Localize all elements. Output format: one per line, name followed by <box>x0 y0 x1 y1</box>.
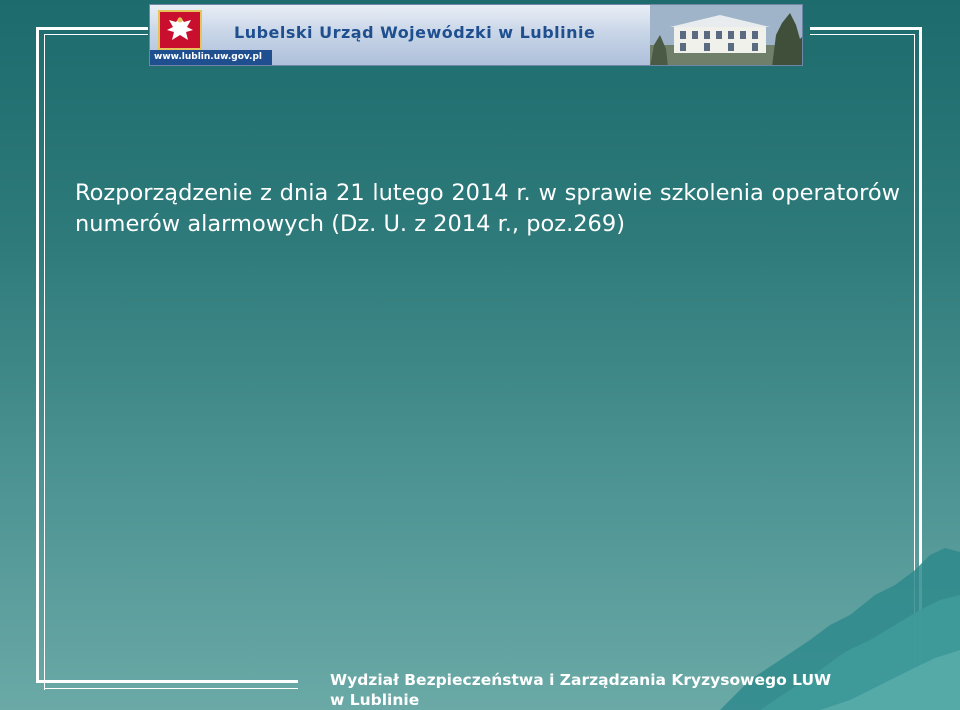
footer-line-2: w Lublinie <box>330 691 420 709</box>
banner-url: www.lublin.uw.gov.pl <box>150 50 272 65</box>
frame-top-left-line <box>36 27 148 30</box>
frame-top-left-line-inner <box>44 34 148 35</box>
polish-eagle-icon <box>158 10 202 50</box>
frame-bottom-left-line <box>36 680 298 683</box>
frame-top-right-line <box>810 27 922 30</box>
footer-line-1: Wydział Bezpieczeństwa i Zarządzania Kry… <box>330 671 832 689</box>
frame-left-line-inner <box>44 34 45 690</box>
slide-heading: Rozporządzenie z dnia 21 lutego 2014 r. … <box>75 178 900 240</box>
frame-bottom-left-line-inner <box>44 688 298 689</box>
building-illustration <box>650 5 802 65</box>
header-banner: Lubelski Urząd Wojewódzki w Lublinie www… <box>149 4 803 66</box>
footer-text: Wydział Bezpieczeństwa i Zarządzania Kry… <box>330 670 890 710</box>
banner-title: Lubelski Urząd Wojewódzki w Lublinie <box>234 23 596 42</box>
frame-top-right-line-inner <box>810 34 914 35</box>
heading-main-text: Rozporządzenie z dnia 21 lutego 2014 r. … <box>75 180 900 237</box>
frame-left-line <box>36 27 39 683</box>
heading-closing-paren: ) <box>616 211 625 237</box>
